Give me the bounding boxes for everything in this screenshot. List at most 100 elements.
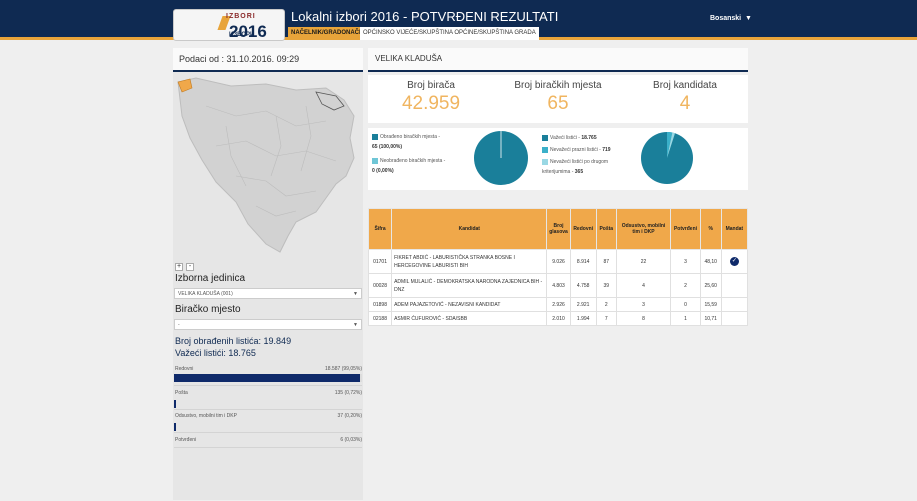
- divider: [174, 432, 362, 433]
- cell-votes: 4.803: [546, 273, 571, 298]
- language-label: Bosanski: [710, 15, 742, 22]
- processed-pie-chart: [474, 131, 528, 185]
- col-absentee[interactable]: Odsustvo, mobilni tim i DKP: [615, 208, 672, 250]
- cell-mandate: [720, 273, 749, 298]
- table-row[interactable]: 01701 FIKRET ABDIĆ - LABURISTIČKA STRANK…: [367, 249, 749, 274]
- col-confirmed[interactable]: Potvrđeni: [670, 208, 701, 250]
- count-value: 42.959: [401, 93, 461, 114]
- station-value: -: [178, 322, 180, 328]
- cell-absentee: 3: [615, 297, 672, 312]
- cell-mandate: [720, 311, 749, 326]
- progress-fill-regular: [174, 374, 361, 382]
- data-timestamp: Podaci od : 31.10.2016. 09:29: [173, 48, 363, 72]
- cell-absentee: 22: [615, 249, 672, 274]
- count-label: Broj kandidata: [653, 80, 717, 91]
- cell-code: 01701: [367, 249, 393, 274]
- station-label: Biračko mjesto: [175, 304, 241, 315]
- col-votes[interactable]: Broj glasova: [546, 208, 571, 250]
- legend-swatch: [372, 133, 378, 140]
- divider: [174, 447, 362, 448]
- legend-swatch: [372, 157, 378, 164]
- cell-percent: 48,10: [699, 249, 722, 274]
- candidates-count: Broj kandidata 4: [622, 75, 748, 115]
- col-post[interactable]: Pošta: [595, 208, 617, 250]
- legend-invalid-other: Nevažeći listići po drugom kriterijumima…: [542, 158, 609, 175]
- legend-processed: Obrađeno biračkih mjesta -65 (100,00%): [372, 133, 441, 150]
- legend-valid: Važeći listići - 18.765: [542, 133, 637, 143]
- counts-panel: Broj birača 42.959 Broj biračkih mjesta 65…: [368, 75, 748, 123]
- cell-post: 7: [595, 311, 617, 326]
- station-select[interactable]: - ▼: [174, 319, 362, 330]
- cell-post: 2: [595, 297, 617, 312]
- row-value-absentee: 37 (0,20%): [337, 413, 362, 419]
- logo-bottom-text: ИЗБОРИ: [229, 32, 255, 38]
- caret-down-icon: ▼: [353, 291, 358, 297]
- tab-council[interactable]: OPĆINSKO VIJEĆE/SKUPŠTINA OPĆINE/SKUPŠTI…: [360, 27, 539, 40]
- ballots-pie-chart: [641, 131, 693, 184]
- unit-label: Izborna jedinica: [175, 273, 246, 284]
- count-value: 65: [547, 93, 569, 114]
- app-title: Lokalni izbori 2016 - POTVRĐENI REZULTAT…: [291, 9, 559, 24]
- unit-value: VELIKA KLADUŠA (001): [178, 291, 233, 297]
- pies-panel: Obrađeno biračkih mjesta -65 (100,00%) N…: [368, 128, 748, 190]
- cell-candidate: FIKRET ABDIĆ - LABURISTIČKA STRANKA BOSN…: [391, 249, 548, 274]
- municipality-title: VELIKA KLADUŠA: [368, 48, 748, 72]
- check-circle-icon: ✓: [729, 257, 739, 266]
- row-label-post: Pošta: [175, 390, 188, 396]
- progress-fill-absentee: [174, 423, 176, 431]
- caret-down-icon: ▼: [353, 322, 358, 328]
- cell-votes: 2.926: [546, 297, 571, 312]
- cell-candidate: ASMIR ĆUFUROVIĆ - SDA/SBB: [391, 311, 548, 326]
- col-candidate[interactable]: Kandidat: [391, 208, 548, 250]
- processed-ballots: Broj obrađenih listića: 19.849: [175, 336, 292, 346]
- cell-percent: 10,71: [699, 311, 722, 326]
- bih-map[interactable]: [176, 76, 360, 256]
- row-label-confirmed: Potvrđeni: [175, 437, 197, 443]
- cell-confirmed: 2: [670, 273, 701, 298]
- progress-absentee: [174, 423, 362, 431]
- cell-regular: 2.921: [569, 297, 597, 312]
- row-value-regular: 18.587 (99,05%): [325, 366, 362, 372]
- col-code[interactable]: Šifra: [367, 208, 393, 250]
- table-row[interactable]: 02188 ASMIR ĆUFUROVIĆ - SDA/SBB 2.010 1.…: [367, 311, 749, 326]
- row-value-confirmed: 6 (0,03%): [340, 437, 362, 443]
- table-header-row: Šifra Kandidat Broj glasova Redovni Pošt…: [367, 208, 749, 250]
- zoom-out-button[interactable]: -: [186, 263, 194, 271]
- cell-percent: 15,59: [699, 297, 722, 312]
- progress-post: [174, 400, 362, 408]
- row-label-absentee: Odsustvo, mobilni tim i DKP: [175, 413, 237, 419]
- legend-swatch: [542, 134, 548, 141]
- cell-post: 87: [595, 249, 617, 274]
- legend-invalid-empty: Nevažeći prazni listići - 719: [542, 145, 637, 155]
- count-label: Broj birača: [407, 80, 455, 91]
- col-mandate[interactable]: Mandat: [720, 208, 749, 250]
- logo-top-text: IZBORI: [226, 13, 256, 20]
- cell-code: 01898: [367, 297, 393, 312]
- cell-regular: 8.914: [569, 249, 597, 274]
- cell-votes: 9.026: [546, 249, 571, 274]
- cell-absentee: 4: [615, 273, 672, 298]
- divider: [174, 409, 362, 410]
- progress-regular: [174, 374, 362, 382]
- language-selector[interactable]: Bosanski ▼: [710, 15, 752, 22]
- unit-select[interactable]: VELIKA KLADUŠA (001) ▼: [174, 288, 362, 299]
- table-row[interactable]: 00028 ADMIL MULALIĆ - DEMOKRATSKA NARODN…: [367, 273, 749, 298]
- cell-absentee: 8: [615, 311, 672, 326]
- legend-swatch: [542, 146, 548, 153]
- zoom-in-button[interactable]: +: [175, 263, 183, 271]
- cell-candidate: ADEM PAJAZETOVIĆ - NEZAVISNI KANDIDAT: [391, 297, 548, 312]
- cell-confirmed: 3: [670, 249, 701, 274]
- legend-swatch: [542, 158, 548, 165]
- election-logo[interactable]: IZBORI 2016 ИЗБОРИ: [173, 9, 285, 41]
- cell-confirmed: 0: [670, 297, 701, 312]
- count-value: 4: [679, 93, 691, 114]
- col-percent[interactable]: %: [699, 208, 722, 250]
- cell-percent: 25,60: [699, 273, 722, 298]
- stations-count: Broj biračkih mjesta 65: [495, 75, 621, 115]
- cell-votes: 2.010: [546, 311, 571, 326]
- cell-confirmed: 1: [670, 311, 701, 326]
- valid-ballots: Važeći listići: 18.765: [175, 348, 256, 358]
- table-row[interactable]: 01898 ADEM PAJAZETOVIĆ - NEZAVISNI KANDI…: [367, 297, 749, 312]
- col-regular[interactable]: Redovni: [569, 208, 597, 250]
- count-label: Broj biračkih mjesta: [514, 80, 602, 91]
